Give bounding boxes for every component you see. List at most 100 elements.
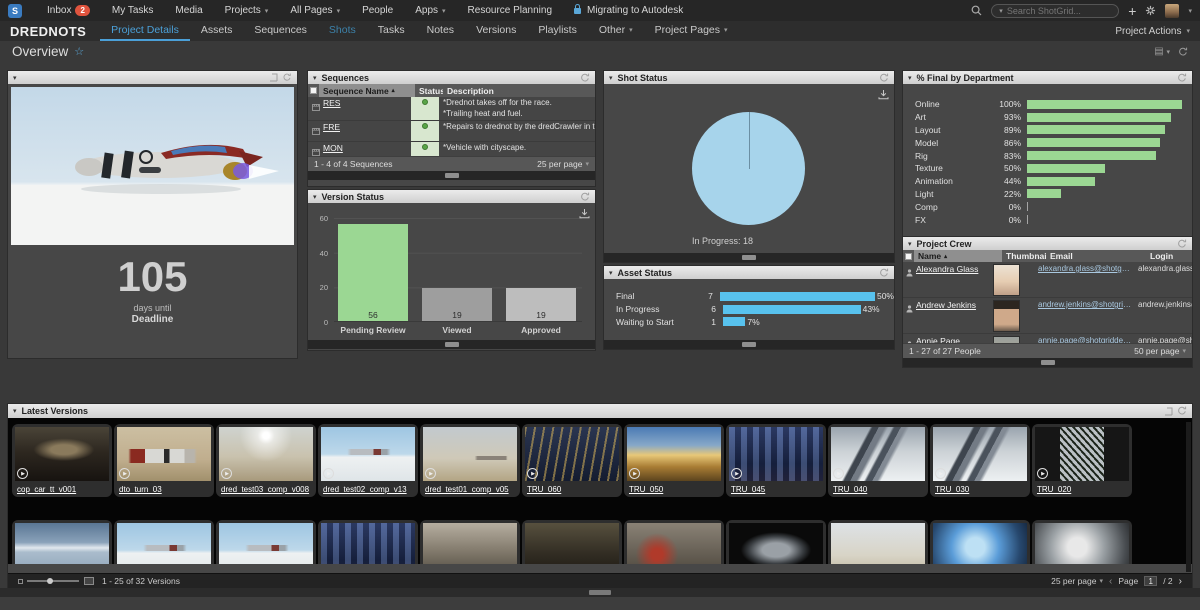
next-page-arrow[interactable]: › (1179, 576, 1182, 587)
tab-playlists[interactable]: Playlists (527, 21, 588, 41)
play-icon[interactable]: ▶ (425, 468, 436, 479)
thumbnail-size-small-icon[interactable] (18, 579, 23, 584)
column-header-status[interactable]: Status (415, 84, 443, 97)
tab-project-pages[interactable]: Project Pages▾ (644, 21, 739, 41)
project-actions-button[interactable]: Project Actions ▾ (1115, 26, 1190, 37)
column-header-name[interactable]: Name▴ (914, 250, 1002, 262)
tab-other[interactable]: Other▾ (588, 21, 644, 41)
previous-page-arrow[interactable]: ‹ (1109, 576, 1112, 587)
version-card[interactable]: ▶ dred_test01_comp_v05 (420, 424, 520, 497)
tab-project-details[interactable]: Project Details (100, 21, 190, 41)
refresh-icon[interactable] (1177, 406, 1187, 416)
nav-item-people[interactable]: People (351, 0, 404, 21)
bar-viewed[interactable]: 19 (422, 288, 492, 321)
version-link[interactable]: dred_test01_comp_v05 (423, 481, 517, 495)
person-link[interactable]: Andrew Jenkins (916, 300, 976, 310)
scrollbar-thumb[interactable] (1041, 360, 1055, 365)
search-input[interactable] (1007, 6, 1111, 16)
refresh-icon[interactable] (1178, 47, 1188, 57)
select-all-checkbox[interactable] (905, 253, 912, 260)
nav-item-all-pages[interactable]: All Pages▾ (279, 0, 351, 21)
version-card[interactable]: ▶ (12, 520, 112, 564)
collapse-chevron-icon[interactable]: ▾ (313, 74, 317, 82)
refresh-icon[interactable] (580, 192, 590, 202)
version-card[interactable]: ▶TRU_020 (1032, 424, 1132, 497)
horizontal-scrollbar[interactable] (604, 253, 894, 262)
scrollbar-thumb[interactable] (742, 255, 756, 260)
play-icon[interactable]: ▶ (17, 468, 28, 479)
per-page-selector[interactable]: 25 per page▾ (537, 159, 589, 169)
version-card[interactable]: ▶ (522, 520, 622, 564)
play-icon[interactable]: ▶ (731, 468, 742, 479)
version-card[interactable]: ▶TRU_050 (624, 424, 724, 497)
version-link[interactable]: cop_car_tt_v001 (15, 481, 109, 495)
version-link[interactable]: TRU_045 (729, 481, 823, 495)
vertical-scrollbar[interactable] (1186, 422, 1191, 572)
collapse-chevron-icon[interactable]: ▾ (13, 407, 17, 415)
version-card[interactable]: ▶ cop_car_tt_v001 (12, 424, 112, 497)
nav-item-media[interactable]: Media (164, 0, 213, 21)
pie-chart[interactable] (692, 112, 805, 225)
tab-sequences[interactable]: Sequences (243, 21, 318, 41)
page-layout-icon[interactable]: ▤ ▾ (1154, 46, 1170, 57)
version-link[interactable]: TRU_040 (831, 481, 925, 495)
version-card[interactable]: ▶TRU_030 (930, 424, 1030, 497)
play-icon[interactable]: ▶ (833, 468, 844, 479)
refresh-icon[interactable] (1177, 239, 1187, 249)
collapse-chevron-icon[interactable]: ▾ (13, 74, 17, 82)
version-card[interactable]: ▶ (726, 520, 826, 564)
version-link[interactable]: TRU_060 (525, 481, 619, 495)
collapse-chevron-icon[interactable]: ▾ (609, 269, 613, 277)
refresh-icon[interactable] (879, 73, 889, 83)
tab-tasks[interactable]: Tasks (367, 21, 416, 41)
version-card[interactable]: ▶TRU_060 (522, 424, 622, 497)
play-icon[interactable]: ▶ (323, 468, 334, 479)
tab-notes[interactable]: Notes (416, 21, 465, 41)
download-icon[interactable] (878, 87, 889, 105)
collapse-chevron-icon[interactable]: ▾ (313, 193, 317, 201)
version-link[interactable]: dred_test02_comp_v13 (321, 481, 415, 495)
version-card[interactable]: ▶dto_turn_03 (114, 424, 214, 497)
collapse-chevron-icon[interactable]: ▾ (908, 74, 912, 82)
version-link[interactable]: TRU_030 (933, 481, 1027, 495)
play-icon[interactable]: ▶ (1037, 468, 1048, 479)
thumbnail-size-slider[interactable] (27, 580, 79, 582)
nav-item-my-tasks[interactable]: My Tasks (101, 0, 165, 21)
tab-versions[interactable]: Versions (465, 21, 527, 41)
sequence-link[interactable]: FRE (323, 122, 340, 132)
person-link[interactable]: Alexandra Glass (916, 264, 978, 274)
page-number-input[interactable]: 1 (1144, 576, 1157, 586)
project-name[interactable]: DREDNOTS (10, 24, 86, 39)
version-card[interactable]: ▶ (1032, 520, 1132, 564)
bar-pending-review[interactable]: 56 (338, 224, 408, 321)
scrollbar-thumb[interactable] (589, 590, 611, 595)
tab-shots[interactable]: Shots (318, 21, 367, 41)
nav-item-migrating-to-autodesk[interactable]: Migrating to Autodesk (563, 0, 694, 21)
scrollbar-thumb[interactable] (445, 342, 459, 347)
per-page-selector[interactable]: 50 per page▾ (1134, 346, 1186, 356)
nav-item-apps[interactable]: Apps▾ (404, 0, 456, 21)
sequence-link[interactable]: MON (323, 143, 343, 153)
play-icon[interactable]: ▶ (629, 468, 640, 479)
refresh-icon[interactable] (879, 268, 889, 278)
email-link[interactable]: annie.page@shotgriddemo.com (1038, 336, 1132, 343)
version-card[interactable]: ▶ (828, 520, 928, 564)
version-card[interactable]: ▶ (930, 520, 1030, 564)
column-header-email[interactable]: Email (1046, 250, 1146, 262)
version-card[interactable]: ▶ (420, 520, 520, 564)
version-link[interactable]: dto_turn_03 (117, 481, 211, 495)
play-icon[interactable]: ▶ (221, 468, 232, 479)
column-header-thumbnail[interactable]: Thumbnail (1002, 250, 1046, 262)
column-header-login[interactable]: Login (1146, 250, 1192, 262)
version-card[interactable]: ▶dred_test03_comp_v008 (216, 424, 316, 497)
horizontal-scrollbar[interactable] (308, 340, 595, 349)
select-all-checkbox[interactable] (310, 87, 317, 94)
collapse-chevron-icon[interactable]: ▾ (908, 240, 912, 248)
thumbnail-size-large-icon[interactable] (84, 577, 94, 585)
refresh-icon[interactable] (282, 73, 292, 82)
column-header-description[interactable]: Description (443, 84, 595, 97)
version-card[interactable]: ▶ TRU_045 (726, 424, 826, 497)
plus-icon[interactable]: + (1128, 4, 1136, 18)
email-link[interactable]: andrew.jenkins@shotgriddemo.com (1038, 300, 1132, 309)
collapse-chevron-icon[interactable]: ▾ (609, 74, 613, 82)
